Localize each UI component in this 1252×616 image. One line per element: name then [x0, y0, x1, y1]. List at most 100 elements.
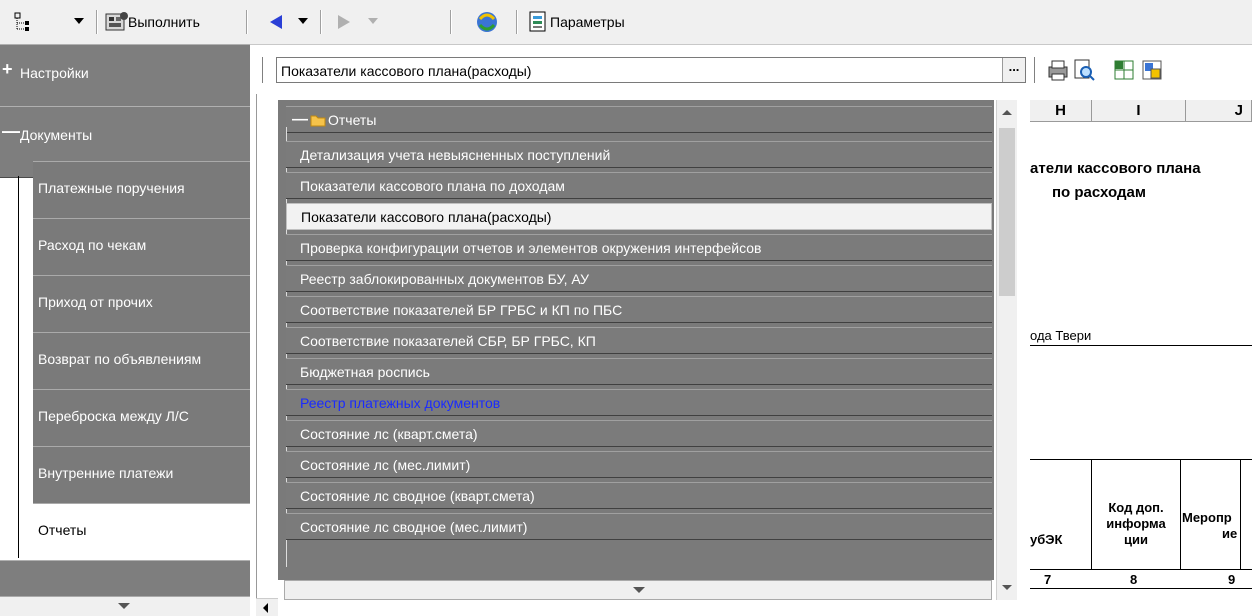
nav-item-transfer-accounts[interactable]: Переброска между Л/С [33, 389, 250, 447]
run-icon[interactable] [104, 10, 130, 34]
dropdown-item[interactable]: Состояние лс сводное (мес.лимит) [286, 513, 992, 540]
dropdown-item[interactable]: Бюджетная роспись [286, 358, 992, 385]
header-text: Код доп. [1108, 500, 1164, 515]
dropdown-item[interactable]: Показатели кассового плана по доходам [286, 172, 992, 199]
nav-group-settings[interactable]: + Настройки [0, 44, 250, 108]
parameters-button[interactable]: Параметры [550, 14, 625, 30]
nav-item-label: Внутренние платежи [38, 465, 174, 481]
chevron-up-icon[interactable] [1002, 110, 1012, 115]
dropdown-item[interactable]: Соответствие показателей БР ГРБС и КП по… [286, 296, 992, 323]
nav-group-label: Настройки [20, 65, 89, 81]
header-text: ции [1124, 532, 1148, 547]
back-dropdown-arrow-icon[interactable] [298, 18, 308, 24]
table-header-event: Меропр ие [1182, 510, 1252, 542]
dropdown-item-label: Показатели кассового плана по доходам [300, 178, 565, 194]
dropdown-item[interactable]: Состояние лс сводное (кварт.смета) [286, 482, 992, 509]
dropdown-item-label: Бюджетная роспись [300, 364, 430, 380]
dropdown-item-label: Показатели кассового плана(расходы) [301, 209, 552, 225]
nav-item-income-other[interactable]: Приход от прочих [33, 275, 250, 333]
dropdown-item-label: Состояние лс сводное (кварт.смета) [300, 488, 535, 504]
cell-border [1030, 569, 1252, 570]
dropdown-root-reports[interactable]: — Отчеты [286, 106, 992, 133]
dropdown-root-label: Отчеты [328, 112, 377, 128]
dropdown-item[interactable]: Соответствие показателей СБР, БР ГРБС, К… [286, 327, 992, 354]
nav-item-label: Расход по чекам [38, 237, 147, 253]
cell-border [1030, 459, 1252, 460]
column-header-h[interactable]: H [1030, 100, 1092, 122]
nav-item-payment-orders[interactable]: Платежные поручения [33, 161, 250, 219]
dropdown-item[interactable]: Реестр заблокированных документов БУ, АУ [286, 265, 992, 292]
toolbar2-sep [1034, 57, 1038, 83]
dropdown-scroll-down-button[interactable] [284, 580, 992, 600]
list-left-strip [256, 94, 276, 604]
header-text: ие [1222, 526, 1238, 541]
back-arrow-icon[interactable] [268, 13, 284, 31]
table-num-7: 7 [1044, 572, 1052, 587]
print-icon[interactable] [1046, 58, 1070, 82]
left-navigation-panel: + Настройки — Документы Платежные поруче… [0, 44, 250, 616]
nav-item-check-expense[interactable]: Расход по чекам [33, 218, 250, 276]
nav-scroll-down-button[interactable] [0, 596, 250, 616]
dropdown-item-label: Реестр платежных документов [300, 395, 501, 411]
nav-bottom-spacer [0, 560, 250, 598]
report-settings-icon[interactable] [1140, 58, 1164, 82]
table-num-8: 8 [1130, 572, 1138, 587]
refresh-icon[interactable] [474, 9, 500, 35]
column-header-j[interactable]: J [1186, 100, 1252, 122]
forward-arrow-icon[interactable] [336, 13, 352, 31]
report-title-line1: атели кассового плана [1030, 160, 1201, 177]
dropdown-item[interactable]: Детализация учета невыясненных поступлен… [286, 141, 992, 168]
nav-item-label: Приход от прочих [38, 294, 153, 310]
column-header-i[interactable]: I [1092, 100, 1186, 122]
nav-item-label: Платежные поручения [38, 180, 185, 196]
cell-border [1030, 345, 1252, 346]
nav-item-refund-announcements[interactable]: Возврат по объявлениям [33, 332, 250, 390]
table-header-extra-code: Код доп. информа ции [1092, 500, 1180, 548]
collapse-minus-icon[interactable]: — [292, 111, 308, 129]
preview-icon[interactable] [1072, 58, 1096, 82]
nav-item-reports[interactable]: Отчеты [33, 503, 250, 561]
folder-icon [310, 115, 326, 127]
run-button[interactable]: Выполнить [128, 14, 200, 30]
dropdown-item[interactable]: Проверка конфигурации отчетов и элементо… [286, 234, 992, 261]
expand-plus-icon[interactable]: + [2, 59, 13, 80]
dropdown-item-link[interactable]: Реестр платежных документов [286, 389, 992, 416]
combo-ellipsis-button[interactable]: ... [1002, 58, 1025, 82]
header-text: Меропр [1182, 510, 1232, 525]
collapse-minus-icon[interactable]: — [2, 121, 20, 142]
forward-dropdown-arrow-icon[interactable] [368, 18, 378, 24]
nav-group-label: Документы [20, 127, 93, 143]
cell-border [1030, 588, 1252, 589]
header-text: информа [1106, 516, 1166, 531]
export-excel-icon[interactable] [1112, 58, 1136, 82]
report-preview-sheet: H I J атели кассового плана по расходам … [1030, 100, 1252, 615]
cell-border [1180, 459, 1181, 569]
dropdown-item-selected[interactable]: Показатели кассового плана(расходы) [286, 203, 992, 230]
combo-grip [262, 57, 266, 83]
list-vertical-scrollbar[interactable] [996, 100, 1017, 600]
dropdown-item-label: Соответствие показателей СБР, БР ГРБС, К… [300, 333, 596, 349]
dropdown-item-label: Соответствие показателей БР ГРБС и КП по… [300, 302, 623, 318]
report-title-line2: по расходам [1052, 184, 1146, 201]
tree-view-icon[interactable] [14, 12, 32, 32]
table-num-9: 9 [1228, 572, 1236, 587]
report-dropdown-list: — Отчеты Детализация учета невыясненных … [278, 100, 994, 600]
dropdown-item-label: Проверка конфигурации отчетов и элементо… [300, 240, 762, 256]
dropdown-item-label: Состояние лс (мес.лимит) [300, 457, 471, 473]
tree-dropdown-arrow-icon[interactable] [74, 18, 84, 24]
dropdown-item[interactable]: Состояние лс (кварт.смета) [286, 420, 992, 447]
scrollbar-thumb[interactable] [999, 128, 1015, 296]
toolbar: Выполнить Параметры [0, 0, 1252, 45]
dropdown-item-label: Реестр заблокированных документов БУ, АУ [300, 271, 589, 287]
chevron-left-icon [263, 603, 268, 613]
chevron-down-icon[interactable] [1002, 585, 1012, 590]
report-select-combo[interactable]: Показатели кассового плана(расходы) ... [276, 57, 1026, 83]
report-select-value: Показатели кассового плана(расходы) [281, 63, 532, 79]
dropdown-item-label: Состояние лс (кварт.смета) [300, 426, 478, 442]
parameters-icon[interactable] [528, 10, 548, 34]
nav-item-label: Переброска между Л/С [38, 408, 189, 424]
dropdown-item[interactable]: Состояние лс (мес.лимит) [286, 451, 992, 478]
table-header-subek: убЭК [1030, 532, 1063, 547]
hscroll-left-button[interactable] [256, 598, 278, 616]
nav-item-internal-payments[interactable]: Внутренние платежи [33, 446, 250, 504]
